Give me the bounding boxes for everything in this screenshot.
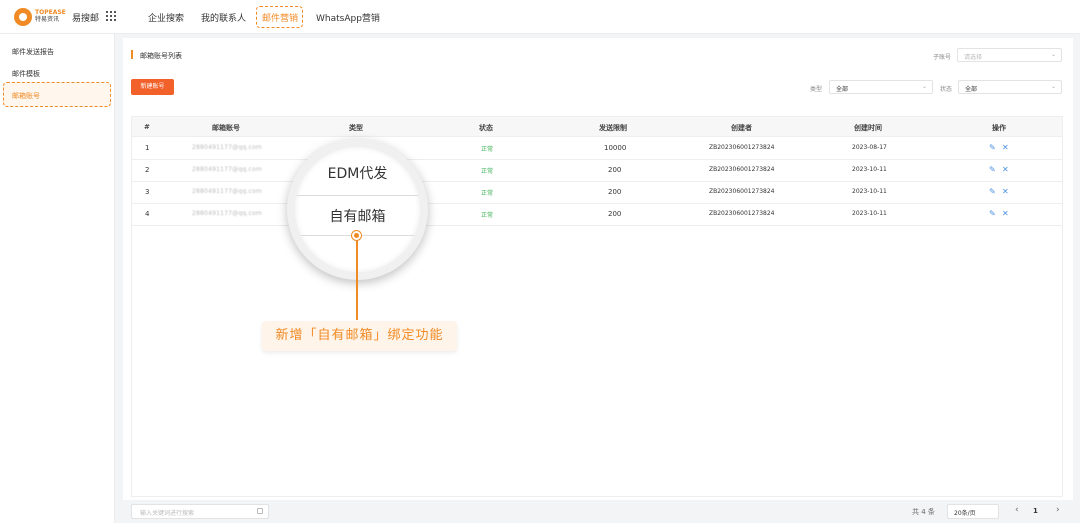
row-creator: ZB202306001273824 <box>709 166 775 173</box>
row-limit: 200 <box>608 166 622 174</box>
row-email: 2880491177@qq.com <box>192 188 262 195</box>
status-badge: 正常 <box>481 146 494 153</box>
nav-company-search[interactable]: 企业搜索 <box>148 11 184 24</box>
product-name[interactable]: 易搜邮 <box>72 11 99 24</box>
edit-icon[interactable]: ✎ <box>989 187 996 196</box>
status-badge: 正常 <box>481 212 494 219</box>
col-index: # <box>144 123 150 131</box>
row-divider <box>132 181 1062 182</box>
title-accent-bar <box>131 50 133 59</box>
status-badge: 正常 <box>481 190 494 197</box>
logo-text: TOPEASE 特易资讯 <box>35 9 66 23</box>
row-index: 3 <box>145 188 150 196</box>
chevron-down-icon: ⌄ <box>922 83 928 90</box>
row-index: 1 <box>145 144 150 152</box>
row-index: 4 <box>145 210 150 218</box>
sidebar-item-send-report[interactable]: 邮件发送报告 <box>12 47 54 57</box>
status-label: 状态 <box>940 86 953 93</box>
row-divider <box>132 225 1062 226</box>
total-count: 共 4 条 <box>912 508 935 516</box>
magnifier-divider <box>295 195 420 196</box>
page-size-select[interactable]: 20条/页 <box>947 504 999 519</box>
col-status: 状态 <box>479 124 493 132</box>
row-created: 2023-10-11 <box>852 188 887 195</box>
row-limit: 10000 <box>604 144 627 152</box>
pointer-dot <box>352 231 361 240</box>
row-limit: 200 <box>608 210 622 218</box>
col-created: 创建时间 <box>854 124 882 132</box>
sub-account-select[interactable]: 请选择 <box>957 48 1062 62</box>
logo-cn: 特易资讯 <box>35 16 60 23</box>
delete-icon[interactable]: ✕ <box>1002 143 1009 152</box>
pointer-line <box>356 240 358 320</box>
sub-account-label: 子账号 <box>933 54 952 61</box>
apps-grid-icon[interactable] <box>106 11 116 21</box>
page-title: 邮箱账号列表 <box>140 52 182 60</box>
sidebar-item-templates[interactable]: 邮件模板 <box>12 69 40 79</box>
prev-page-button[interactable]: ‹ <box>1015 505 1019 515</box>
type-option-edm: EDM代发 <box>327 166 388 182</box>
row-email: 2880491177@qq.com <box>192 166 262 173</box>
row-created: 2023-10-11 <box>852 166 887 173</box>
feature-callout: 新增「自有邮箱」绑定功能 <box>262 321 457 351</box>
row-divider <box>132 159 1062 160</box>
type-select[interactable]: 全部 <box>829 80 933 94</box>
delete-icon[interactable]: ✕ <box>1002 209 1009 218</box>
chevron-down-icon: ⌄ <box>1051 51 1057 58</box>
row-creator: ZB202306001273824 <box>709 144 775 151</box>
edit-icon[interactable]: ✎ <box>989 143 996 152</box>
next-page-button[interactable]: › <box>1056 505 1060 515</box>
chevron-down-icon: ⌄ <box>1051 83 1057 90</box>
top-bar: TOPEASE 特易资讯 易搜邮 企业搜索 我的联系人 邮件营销 WhatsAp… <box>0 0 1080 34</box>
col-type: 类型 <box>349 124 363 132</box>
row-created: 2023-08-17 <box>852 144 887 151</box>
col-creator: 创建者 <box>731 124 752 132</box>
sidebar-item-email-accounts[interactable]: 邮箱账号 <box>12 91 40 101</box>
row-creator: ZB202306001273824 <box>709 188 775 195</box>
col-limit: 发送限制 <box>599 124 627 132</box>
row-divider <box>132 203 1062 204</box>
delete-icon[interactable]: ✕ <box>1002 187 1009 196</box>
delete-icon[interactable]: ✕ <box>1002 165 1009 174</box>
logo-brand: TOPEASE <box>35 9 66 16</box>
nav-email-marketing[interactable]: 邮件营销 <box>262 11 298 24</box>
sidebar: 邮件发送报告 邮件模板 邮箱账号 <box>0 34 115 523</box>
col-email: 邮箱账号 <box>212 124 240 132</box>
type-option-own-mailbox: 自有邮箱 <box>329 209 386 225</box>
edit-icon[interactable]: ✎ <box>989 209 996 218</box>
status-badge: 正常 <box>481 168 494 175</box>
nav-whatsapp-marketing[interactable]: WhatsApp营销 <box>316 11 380 24</box>
new-account-button[interactable]: 新建账号 <box>131 79 174 95</box>
row-limit: 200 <box>608 188 622 196</box>
table-header: # 邮箱账号 类型 状态 发送限制 创建者 创建时间 操作 <box>132 117 1062 137</box>
status-select[interactable]: 全部 <box>958 80 1062 94</box>
row-index: 2 <box>145 166 150 174</box>
row-email: 2880491177@qq.com <box>192 210 262 217</box>
row-creator: ZB202306001273824 <box>709 210 775 217</box>
edit-icon[interactable]: ✎ <box>989 165 996 174</box>
keyword-search-input[interactable]: 输入关键词进行搜索 <box>131 504 269 519</box>
nav-my-contacts[interactable]: 我的联系人 <box>201 11 246 24</box>
type-label: 类型 <box>810 86 823 93</box>
col-actions: 操作 <box>992 124 1006 132</box>
logo-icon <box>14 8 32 26</box>
accounts-table: # 邮箱账号 类型 状态 发送限制 创建者 创建时间 操作 1 28804911… <box>131 116 1063 497</box>
current-page[interactable]: 1 <box>1033 507 1038 515</box>
row-email: 2880491177@qq.com <box>192 144 262 151</box>
row-created: 2023-10-11 <box>852 210 887 217</box>
search-icon[interactable] <box>257 508 263 514</box>
